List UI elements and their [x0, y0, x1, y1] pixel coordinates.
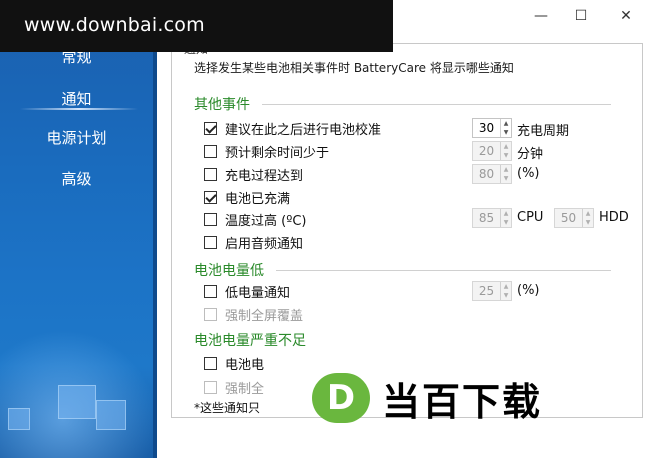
remaining-time-value[interactable]: 20	[473, 144, 500, 158]
spinner-arrows[interactable]: ▲ ▼	[500, 282, 511, 300]
section-other-events: 其他事件	[194, 97, 250, 113]
hdd-label: HDD	[599, 210, 629, 225]
fully-charged-checkbox[interactable]	[204, 190, 217, 204]
sidebar-edge	[153, 0, 157, 458]
high-temp-label: 温度过高 (ºC)	[225, 213, 307, 229]
critical-fullscreen-checkbox[interactable]	[204, 380, 217, 394]
remaining-time-checkbox[interactable]	[204, 144, 217, 158]
up-arrow-icon[interactable]: ▲	[501, 165, 511, 174]
section-battery-critical: 电池电量严重不足	[194, 333, 306, 349]
option-low-notify[interactable]: 低电量通知	[204, 282, 291, 301]
logo-mark-icon: D	[312, 373, 370, 423]
option-audio[interactable]: 启用音频通知	[204, 233, 304, 252]
spinner-arrows[interactable]: ▲ ▼	[582, 209, 593, 227]
option-critical-notify[interactable]: 电池电	[204, 354, 265, 373]
spinner-arrows[interactable]: ▲ ▼	[500, 165, 511, 183]
section-battery-low: 电池电量低	[194, 263, 264, 279]
option-charge-reached[interactable]: 充电过程达到	[204, 165, 304, 184]
option-critical-fullscreen[interactable]: 强制全	[204, 378, 265, 397]
option-high-temp[interactable]: 温度过高 (ºC)	[204, 210, 307, 229]
sidebar-decor-cube	[58, 385, 96, 419]
sidebar: 常规 通知 电源计划 高级	[0, 0, 157, 458]
minimize-button[interactable]: —	[531, 6, 551, 26]
critical-fullscreen-label: 强制全	[225, 381, 265, 397]
downbai-logo: D 当百下载	[312, 372, 542, 424]
calibrate-label: 建议在此之后进行电池校准	[225, 122, 382, 138]
section-divider	[262, 104, 611, 105]
panel-description: 选择发生某些电池相关事件时 BatteryCare 将显示哪些通知	[194, 61, 514, 75]
down-arrow-icon[interactable]: ▼	[501, 218, 511, 227]
charge-reached-unit: (%)	[517, 166, 540, 181]
charge-reached-value[interactable]: 80	[473, 167, 500, 181]
critical-notify-label: 电池电	[225, 357, 265, 373]
up-arrow-icon[interactable]: ▲	[501, 282, 511, 291]
critical-notify-checkbox[interactable]	[204, 356, 217, 370]
down-arrow-icon[interactable]: ▼	[501, 151, 511, 160]
charge-reached-spinner[interactable]: 80 ▲ ▼	[472, 164, 512, 184]
low-fullscreen-label: 强制全屏覆盖	[225, 308, 304, 324]
down-arrow-icon[interactable]: ▼	[583, 218, 593, 227]
low-notify-value[interactable]: 25	[473, 284, 500, 298]
charge-reached-label: 充电过程达到	[225, 168, 304, 184]
down-arrow-icon[interactable]: ▼	[501, 291, 511, 300]
down-arrow-icon[interactable]: ▼	[501, 128, 511, 137]
low-notify-unit: (%)	[517, 283, 540, 298]
section-divider	[276, 270, 611, 271]
logo-text: 当百下载	[382, 379, 543, 424]
sidebar-item-power-plans[interactable]: 电源计划	[0, 127, 153, 148]
low-notify-label: 低电量通知	[225, 285, 291, 301]
remaining-time-label: 预计剩余时间少于	[225, 145, 330, 161]
fully-charged-label: 电池已充满	[225, 191, 291, 207]
option-fully-charged[interactable]: 电池已充满	[204, 188, 291, 207]
watermark-banner: www.downbai.com	[0, 0, 393, 52]
cpu-temp-spinner[interactable]: 85 ▲ ▼	[472, 208, 512, 228]
calibrate-cycles-value[interactable]: 30	[473, 121, 500, 135]
spinner-arrows[interactable]: ▲ ▼	[500, 119, 511, 137]
hdd-temp-spinner[interactable]: 50 ▲ ▼	[554, 208, 594, 228]
sidebar-decor-cube	[96, 400, 126, 430]
high-temp-checkbox[interactable]	[204, 212, 217, 226]
sidebar-item-advanced[interactable]: 高级	[0, 168, 153, 189]
up-arrow-icon[interactable]: ▲	[583, 209, 593, 218]
down-arrow-icon[interactable]: ▼	[501, 174, 511, 183]
option-low-fullscreen[interactable]: 强制全屏覆盖	[204, 305, 304, 324]
option-calibrate[interactable]: 建议在此之后进行电池校准	[204, 119, 382, 138]
up-arrow-icon[interactable]: ▲	[501, 209, 511, 218]
footnote: *这些通知只	[194, 401, 261, 415]
calibrate-unit: 充电周期	[517, 124, 570, 139]
up-arrow-icon[interactable]: ▲	[501, 119, 511, 128]
charge-reached-checkbox[interactable]	[204, 167, 217, 181]
calibrate-checkbox[interactable]	[204, 121, 217, 135]
cpu-label: CPU	[517, 210, 544, 225]
spinner-arrows[interactable]: ▲ ▼	[500, 209, 511, 227]
calibrate-cycles-spinner[interactable]: 30 ▲ ▼	[472, 118, 512, 138]
remaining-time-spinner[interactable]: 20 ▲ ▼	[472, 141, 512, 161]
battery-care-window: 常规 通知 电源计划 高级 — ☐ ✕ 通知 选择发生某些电池相关事件时 Bat…	[0, 0, 651, 458]
low-notify-checkbox[interactable]	[204, 284, 217, 298]
option-remaining-time[interactable]: 预计剩余时间少于	[204, 142, 330, 161]
audio-label: 启用音频通知	[225, 236, 304, 252]
sidebar-decor-cube	[8, 408, 30, 430]
remaining-time-unit: 分钟	[517, 147, 544, 162]
sidebar-item-notifications[interactable]: 通知	[0, 88, 153, 109]
close-button[interactable]: ✕	[616, 6, 636, 26]
cpu-temp-value[interactable]: 85	[473, 211, 500, 225]
hdd-temp-value[interactable]: 50	[555, 211, 582, 225]
maximize-button[interactable]: ☐	[571, 6, 591, 26]
active-item-indicator	[20, 108, 138, 110]
audio-checkbox[interactable]	[204, 235, 217, 249]
low-notify-spinner[interactable]: 25 ▲ ▼	[472, 281, 512, 301]
spinner-arrows[interactable]: ▲ ▼	[500, 142, 511, 160]
low-fullscreen-checkbox[interactable]	[204, 307, 217, 321]
up-arrow-icon[interactable]: ▲	[501, 142, 511, 151]
